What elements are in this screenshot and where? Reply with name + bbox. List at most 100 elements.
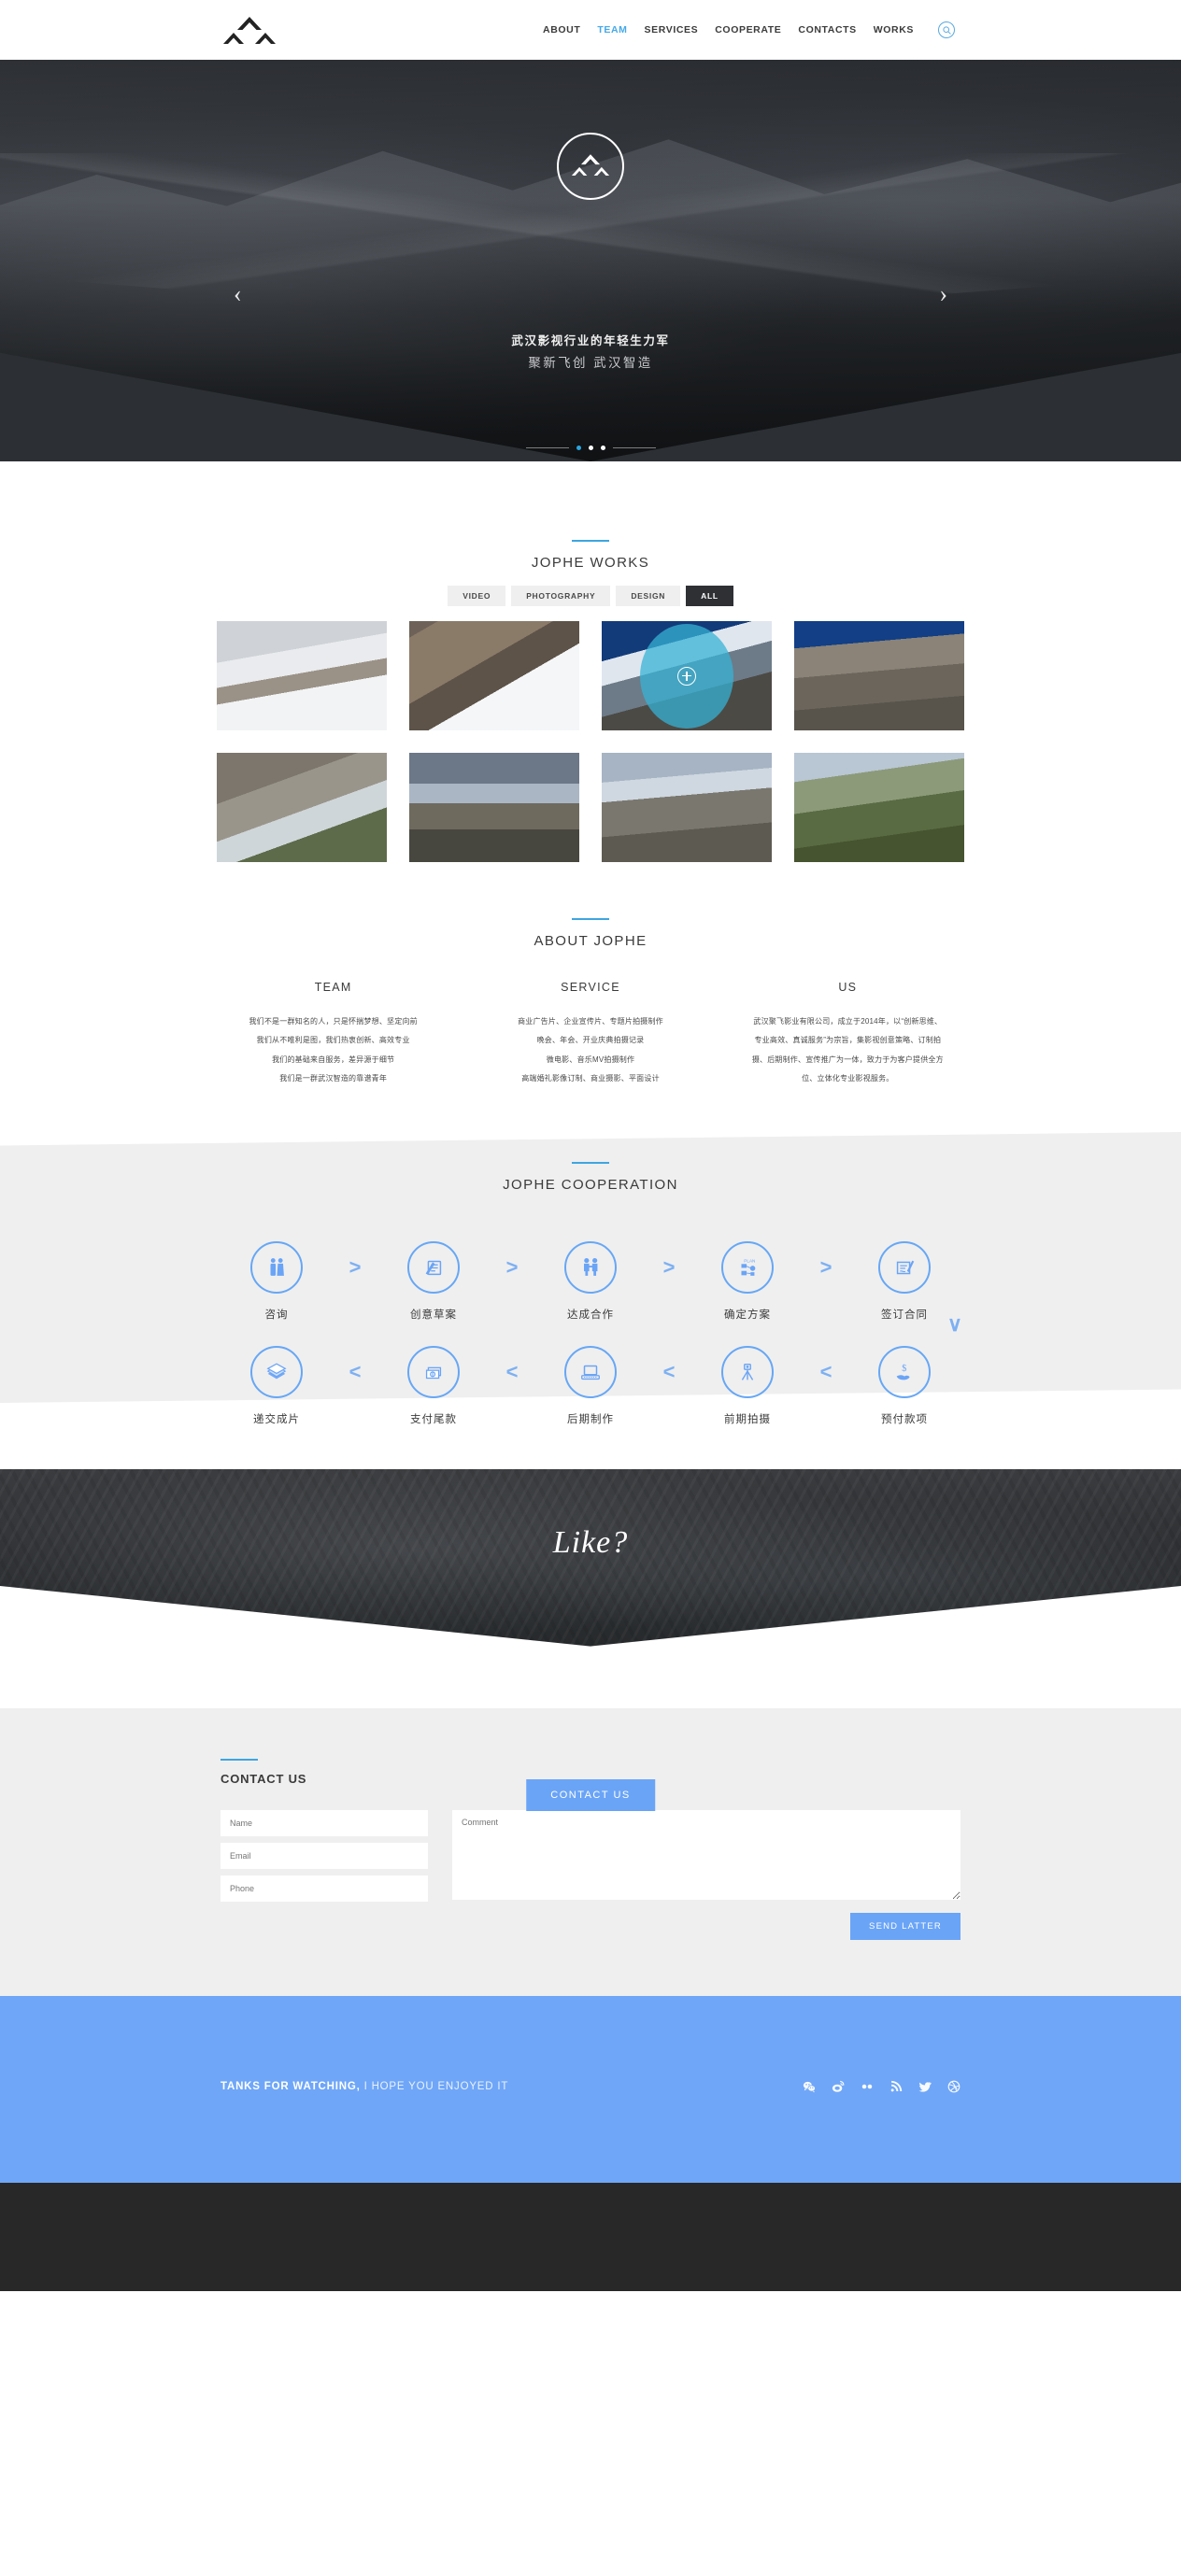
hero-next-arrow[interactable]: › — [939, 282, 947, 306]
contract-signature-icon — [878, 1240, 931, 1294]
hero-prev-arrow[interactable]: ‹ — [234, 282, 242, 306]
weibo-icon[interactable] — [832, 2080, 845, 2093]
filter-all[interactable]: ALL — [686, 586, 733, 606]
section-rule — [572, 1161, 609, 1164]
two-people-icon — [250, 1240, 303, 1294]
contact-form: SEND LATTER — [221, 1809, 960, 1940]
filter-design[interactable]: DESIGN — [616, 586, 681, 606]
work-tile-3[interactable] — [602, 621, 772, 730]
contact-us-button[interactable]: CONTACT US — [526, 1779, 655, 1811]
site-footer: TANKS FOR WATCHING, I HOPE YOU ENJOYED I… — [0, 1995, 1181, 2183]
contact-fields — [221, 1809, 428, 1940]
nav-item-cooperate[interactable]: COOPERATE — [715, 24, 781, 35]
handshake-people-icon — [564, 1240, 617, 1294]
coop-step-shooting[interactable]: 前期拍摄 — [695, 1345, 800, 1426]
about-line: 位、立体化专业影视服务。 — [802, 1074, 894, 1083]
email-field[interactable] — [221, 1842, 428, 1869]
coop-arrow-right: > — [505, 1254, 519, 1279]
mountain-logo-icon — [557, 133, 624, 200]
coop-step-consult[interactable]: 咨询 — [224, 1240, 329, 1322]
flickr-icon[interactable] — [861, 2080, 874, 2093]
about-heading: ABOUT JOPHE — [0, 918, 1181, 949]
about-columns: TEAM 我们不是一群知名的人，只是怀揣梦想、坚定向前 我们从不唯利是图，我们热… — [221, 981, 960, 1089]
coop-step-delivery[interactable]: 递交成片 — [224, 1345, 329, 1426]
coop-step-contract[interactable]: 签订合同 — [852, 1240, 957, 1322]
about-section: ABOUT JOPHE TEAM 我们不是一群知名的人，只是怀揣梦想、坚定向前 … — [0, 862, 1181, 1089]
send-latter-button[interactable]: SEND LATTER — [850, 1912, 960, 1940]
coop-arrow-left: < — [349, 1359, 362, 1383]
nav-item-team[interactable]: TEAM — [597, 24, 627, 35]
coop-step-label: 支付尾款 — [410, 1413, 457, 1425]
pagination-rule-right — [612, 447, 656, 448]
about-line: 高端婚礼影像订制、商业摄影、平面设计 — [521, 1074, 660, 1083]
jophe-logo[interactable] — [221, 12, 278, 50]
zoom-plus-icon[interactable] — [677, 666, 696, 686]
coop-step-label: 确定方案 — [724, 1309, 771, 1321]
name-field[interactable] — [221, 1809, 428, 1836]
hero-slider: ‹ › 武汉影视行业的年轻生力军 聚新飞创 武汉智造 — [0, 60, 1181, 461]
coop-step-label: 预付款项 — [881, 1413, 928, 1425]
rss-icon[interactable] — [889, 2080, 903, 2093]
works-grid — [217, 621, 964, 862]
works-heading: JOPHE WORKS — [0, 540, 1181, 571]
about-line: 我们不是一群知名的人，只是怀揣梦想、坚定向前 — [249, 1017, 418, 1026]
laptop-editing-icon — [564, 1345, 617, 1398]
about-line: 武汉聚飞影业有限公司，成立于2014年，以“创新思维、 — [753, 1017, 943, 1026]
work-tile-2[interactable] — [409, 621, 579, 730]
twitter-icon[interactable] — [918, 2080, 932, 2093]
work-tile-overlay-circle — [640, 623, 733, 729]
coop-step-agreement[interactable]: 达成合作 — [538, 1240, 643, 1322]
nav-item-about[interactable]: ABOUT — [543, 24, 580, 35]
footer-message-strong: TANKS FOR WATCHING, — [221, 2080, 361, 2092]
search-icon[interactable] — [938, 21, 955, 38]
hero-subtitle: 聚新飞创 武汉智造 — [528, 356, 653, 370]
comment-field[interactable] — [452, 1809, 960, 1900]
phone-field[interactable] — [221, 1875, 428, 1902]
draft-document-pen-icon — [407, 1240, 460, 1294]
wechat-icon[interactable] — [803, 2080, 816, 2093]
coop-arrow-right: > — [819, 1254, 832, 1279]
coop-arrow-left: < — [662, 1359, 676, 1383]
work-tile-4[interactable] — [794, 621, 964, 730]
filter-photography[interactable]: PHOTOGRAPHY — [511, 586, 611, 606]
coop-step-draft[interactable]: 创意草案 — [381, 1240, 486, 1322]
coop-arrow-right: > — [349, 1254, 362, 1279]
nav-item-services[interactable]: SERVICES — [645, 24, 699, 35]
coop-arrow-down: ∨ — [946, 1311, 962, 1336]
nav-item-works[interactable]: WORKS — [874, 24, 914, 35]
nav-item-contacts[interactable]: CONTACTS — [798, 24, 856, 35]
cooperation-row-1: 咨询 > 创意草案 > 达成合作 > PLAN 确定方案 > 签订合同 — [151, 1240, 1030, 1322]
section-rule — [572, 918, 609, 920]
film-stack-icon — [250, 1345, 303, 1398]
about-line: 微电影、音乐MV拍摄制作 — [546, 1054, 635, 1064]
svg-text:PLAN: PLAN — [744, 1258, 755, 1263]
coop-step-plan[interactable]: PLAN 确定方案 — [695, 1240, 800, 1322]
svg-text:$: $ — [902, 1364, 906, 1374]
filter-video[interactable]: VIDEO — [448, 586, 506, 606]
site-header: ABOUT TEAM SERVICES COOPERATE CONTACTS W… — [0, 0, 1181, 60]
about-column-team: TEAM 我们不是一群知名的人，只是怀揣梦想、坚定向前 我们从不唯利是图，我们热… — [221, 981, 445, 1089]
hero-overlay — [0, 60, 1181, 461]
section-rule — [221, 1758, 258, 1761]
coop-arrow-left: < — [819, 1359, 832, 1383]
works-filter-group: VIDEO PHOTOGRAPHY DESIGN ALL — [0, 586, 1181, 606]
hero-title: 武汉影视行业的年轻生力军 — [511, 334, 670, 347]
about-line: 我们是一群武汉智造的靠谱青年 — [279, 1074, 388, 1083]
work-tile-7[interactable] — [602, 753, 772, 862]
hero-dot-1[interactable] — [576, 446, 581, 450]
about-line: 我们的基础来自服务，差异源于细节 — [272, 1054, 395, 1064]
dribbble-icon[interactable] — [947, 2080, 960, 2093]
about-line: 专业高效、真诚服务”为宗旨，集影视创意策略、订制拍 — [754, 1036, 942, 1045]
hero-dot-2[interactable] — [588, 446, 593, 450]
social-links — [803, 2080, 960, 2093]
about-line: 摄、后期制作、宣传推广为一体，致力于为客户提供全方 — [751, 1054, 944, 1064]
coop-step-final-payment[interactable]: 支付尾款 — [381, 1345, 486, 1426]
work-tile-8[interactable] — [794, 753, 964, 862]
coop-step-post-production[interactable]: 后期制作 — [538, 1345, 643, 1426]
work-tile-5[interactable] — [217, 753, 387, 862]
like-headline: Like? — [552, 1524, 629, 1560]
work-tile-6[interactable] — [409, 753, 579, 862]
coop-step-deposit[interactable]: ∨ $ 预付款项 — [852, 1312, 962, 1426]
hero-dot-3[interactable] — [600, 446, 605, 450]
work-tile-1[interactable] — [217, 621, 387, 730]
